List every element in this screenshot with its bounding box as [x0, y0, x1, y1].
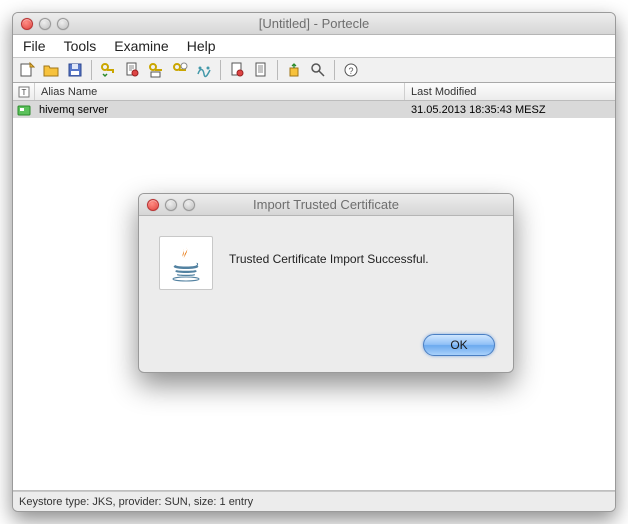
keystore-report-icon[interactable] [193, 59, 215, 81]
open-keystore-icon[interactable] [40, 59, 62, 81]
column-last-modified[interactable]: Last Modified [405, 83, 615, 100]
status-bar: Keystore type: JKS, provider: SUN, size:… [13, 491, 615, 511]
main-titlebar[interactable]: [Untitled] - Portecle [13, 13, 615, 35]
help-icon[interactable]: ? [340, 59, 362, 81]
svg-text:T: T [21, 88, 26, 97]
set-password-icon[interactable] [169, 59, 191, 81]
search-icon[interactable] [307, 59, 329, 81]
generate-keypair-icon[interactable] [97, 59, 119, 81]
column-type-icon[interactable]: T [13, 83, 35, 100]
new-keystore-icon[interactable] [16, 59, 38, 81]
dialog-message: Trusted Certificate Import Successful. [229, 236, 429, 266]
window-title: [Untitled] - Portecle [13, 16, 615, 31]
import-keypair-icon[interactable] [145, 59, 167, 81]
menu-examine[interactable]: Examine [114, 38, 168, 54]
menu-file[interactable]: File [23, 38, 46, 54]
import-trusted-cert-icon[interactable] [121, 59, 143, 81]
status-text: Keystore type: JKS, provider: SUN, size:… [19, 496, 253, 508]
dialog-titlebar[interactable]: Import Trusted Certificate [139, 194, 513, 216]
column-alias[interactable]: Alias Name [35, 83, 405, 100]
menu-tools[interactable]: Tools [64, 38, 97, 54]
donate-icon[interactable] [283, 59, 305, 81]
cell-last-modified: 31.05.2013 18:35:43 MESZ [405, 104, 615, 116]
table-row[interactable]: hivemq server 31.05.2013 18:35:43 MESZ [13, 101, 615, 118]
trusted-cert-icon [13, 103, 35, 117]
toolbar: ? [13, 57, 615, 83]
import-result-dialog: Import Trusted Certificate Trusted Certi… [138, 193, 514, 373]
table-header: T Alias Name Last Modified [13, 83, 615, 101]
cell-alias: hivemq server [35, 104, 405, 116]
menu-help[interactable]: Help [187, 38, 216, 54]
java-icon [159, 236, 213, 290]
svg-text:?: ? [348, 66, 353, 76]
save-keystore-icon[interactable] [64, 59, 86, 81]
main-window: [Untitled] - Portecle File Tools Examine… [12, 12, 616, 512]
examine-crl-icon[interactable] [250, 59, 272, 81]
dialog-title: Import Trusted Certificate [139, 197, 513, 212]
examine-cert-icon[interactable] [226, 59, 248, 81]
menu-bar: File Tools Examine Help [13, 35, 615, 57]
ok-button[interactable]: OK [423, 334, 495, 356]
